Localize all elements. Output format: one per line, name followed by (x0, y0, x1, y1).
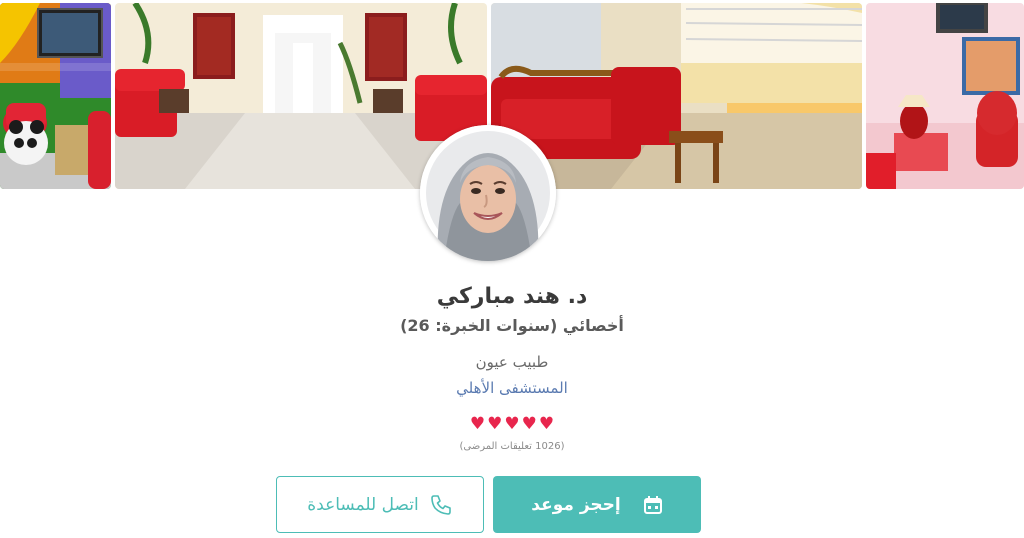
heart-icon: ♥ (538, 414, 555, 434)
gallery-photo-pink-room[interactable] (866, 3, 1024, 189)
heart-icon: ♥ (487, 414, 503, 434)
calendar-icon (643, 495, 663, 515)
heart-icon: ♥ (504, 414, 520, 434)
heart-icon: ♥ (469, 414, 486, 434)
gallery-photo-kids-room[interactable] (0, 3, 111, 189)
doctor-title: أخصائي (سنوات الخبرة: 26) (400, 316, 624, 335)
phone-icon (429, 493, 453, 517)
book-appointment-label: إحجز موعد (531, 494, 621, 515)
heart-icon: ♥ (521, 414, 537, 434)
reviews-count[interactable]: (1026 تعليقات المرضى) (0, 440, 1024, 454)
rating-hearts: ♥ ♥ ♥ ♥ ♥ (0, 414, 1024, 434)
call-for-help-label: اتصل للمساعدة (307, 494, 419, 515)
call-for-help-button[interactable]: اتصل للمساعدة (276, 476, 484, 533)
doctor-name: د. هند مباركي (436, 284, 588, 309)
doctor-avatar (420, 125, 556, 261)
doctor-specialty: طبيب عيون (475, 353, 549, 371)
book-appointment-button[interactable]: إحجز موعد (493, 476, 701, 533)
hospital-link[interactable]: المستشفى الأهلي (0, 377, 1024, 399)
doctor-profile-page: د. هند مباركي أخصائي (سنوات الخبرة: 26) … (0, 0, 1024, 538)
